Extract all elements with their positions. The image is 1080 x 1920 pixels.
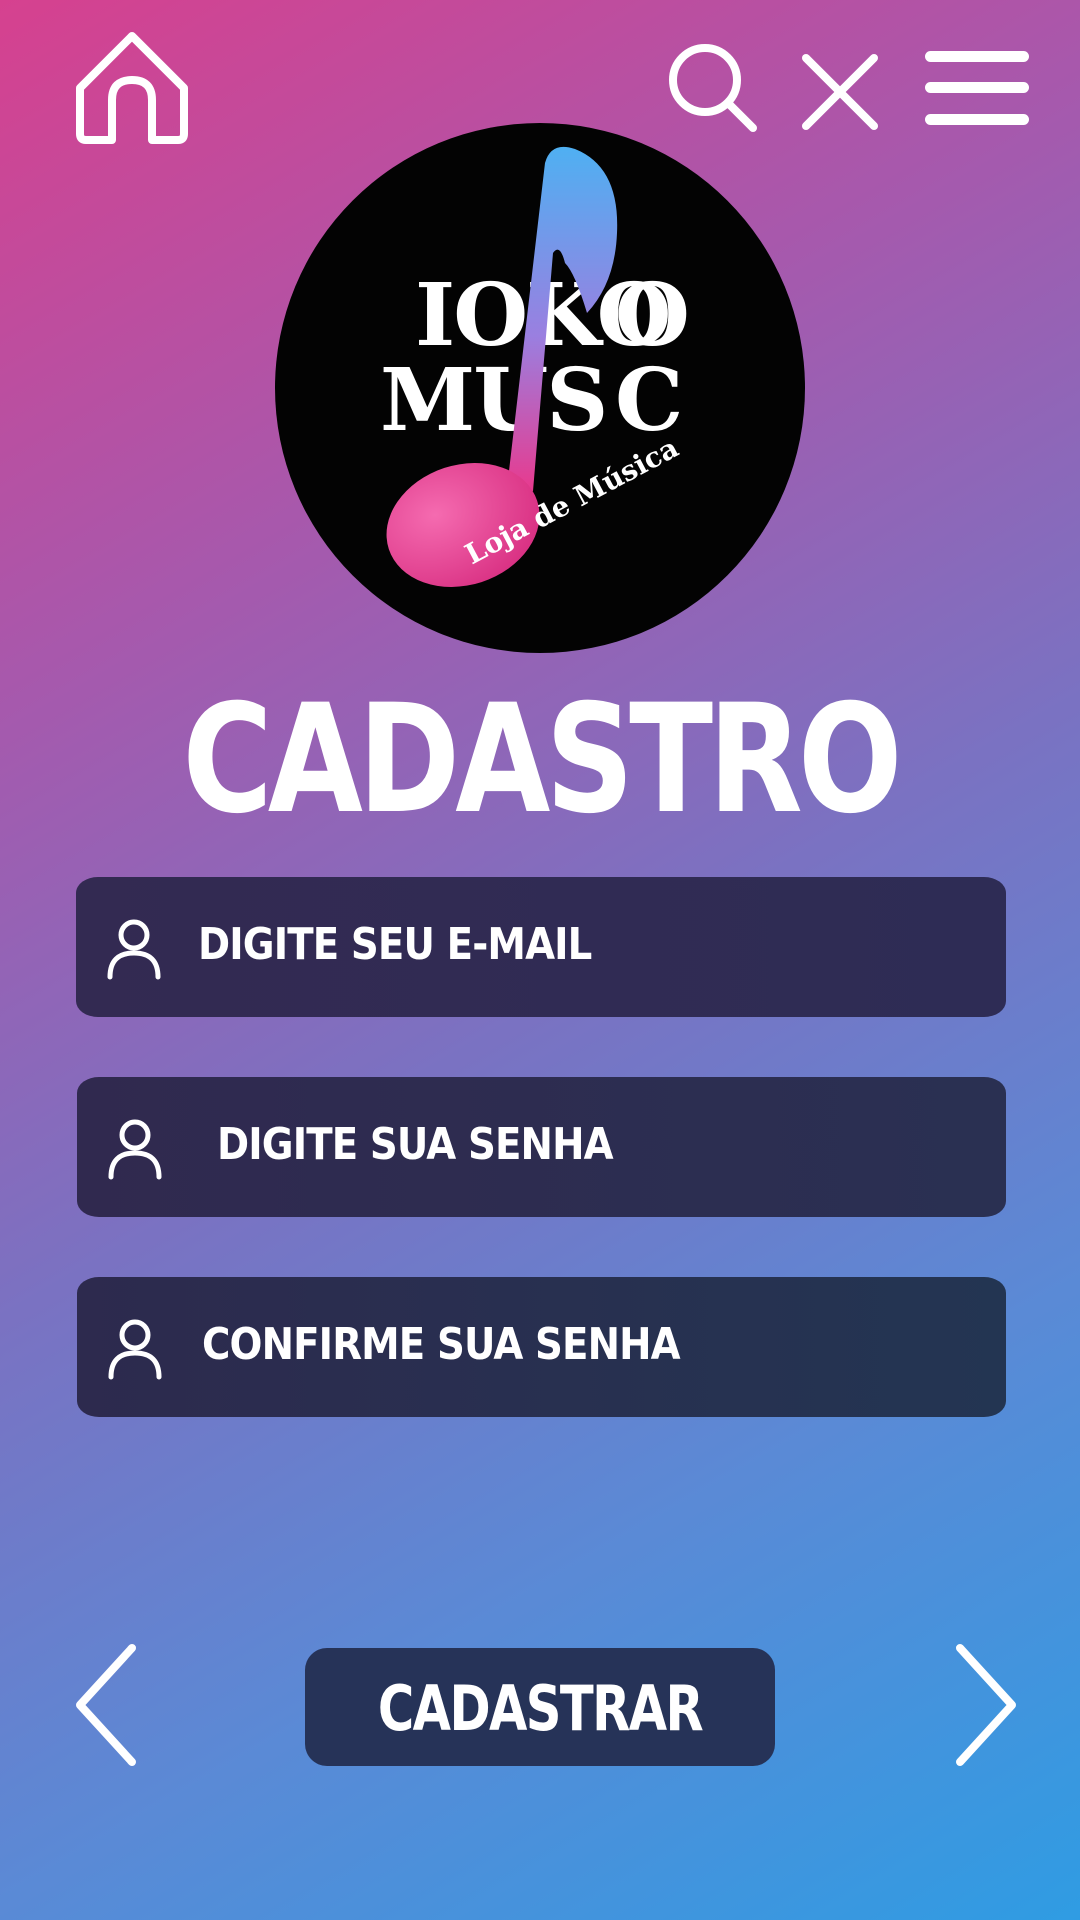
home-icon[interactable] bbox=[72, 28, 192, 144]
close-icon[interactable] bbox=[800, 52, 880, 132]
confirm-password-field[interactable]: CONFIRME SUA SENHA bbox=[77, 1277, 1006, 1417]
register-button-label: CADASTRAR bbox=[377, 1672, 704, 1745]
user-icon bbox=[106, 917, 162, 985]
confirm-password-field-label: CONFIRME SUA SENHA bbox=[202, 1319, 681, 1370]
email-field[interactable]: DIGITE SEU E-MAIL bbox=[76, 877, 1006, 1017]
chevron-right-icon[interactable] bbox=[950, 1640, 1020, 1770]
user-icon bbox=[107, 1117, 163, 1185]
email-field-label: DIGITE SEU E-MAIL bbox=[198, 919, 592, 970]
chevron-left-icon[interactable] bbox=[72, 1640, 142, 1770]
page-title: CADASTRO bbox=[182, 673, 902, 847]
search-icon[interactable] bbox=[665, 40, 761, 136]
music-note-icon bbox=[386, 146, 618, 587]
password-field-label: DIGITE SUA SENHA bbox=[217, 1119, 614, 1170]
password-field[interactable]: DIGITE SUA SENHA bbox=[77, 1077, 1006, 1217]
user-icon bbox=[107, 1317, 163, 1385]
register-button[interactable]: CADASTRAR bbox=[305, 1648, 775, 1766]
menu-icon[interactable] bbox=[922, 48, 1032, 128]
brand-logo: IOKO O MUS C Loja de Música bbox=[275, 123, 805, 653]
